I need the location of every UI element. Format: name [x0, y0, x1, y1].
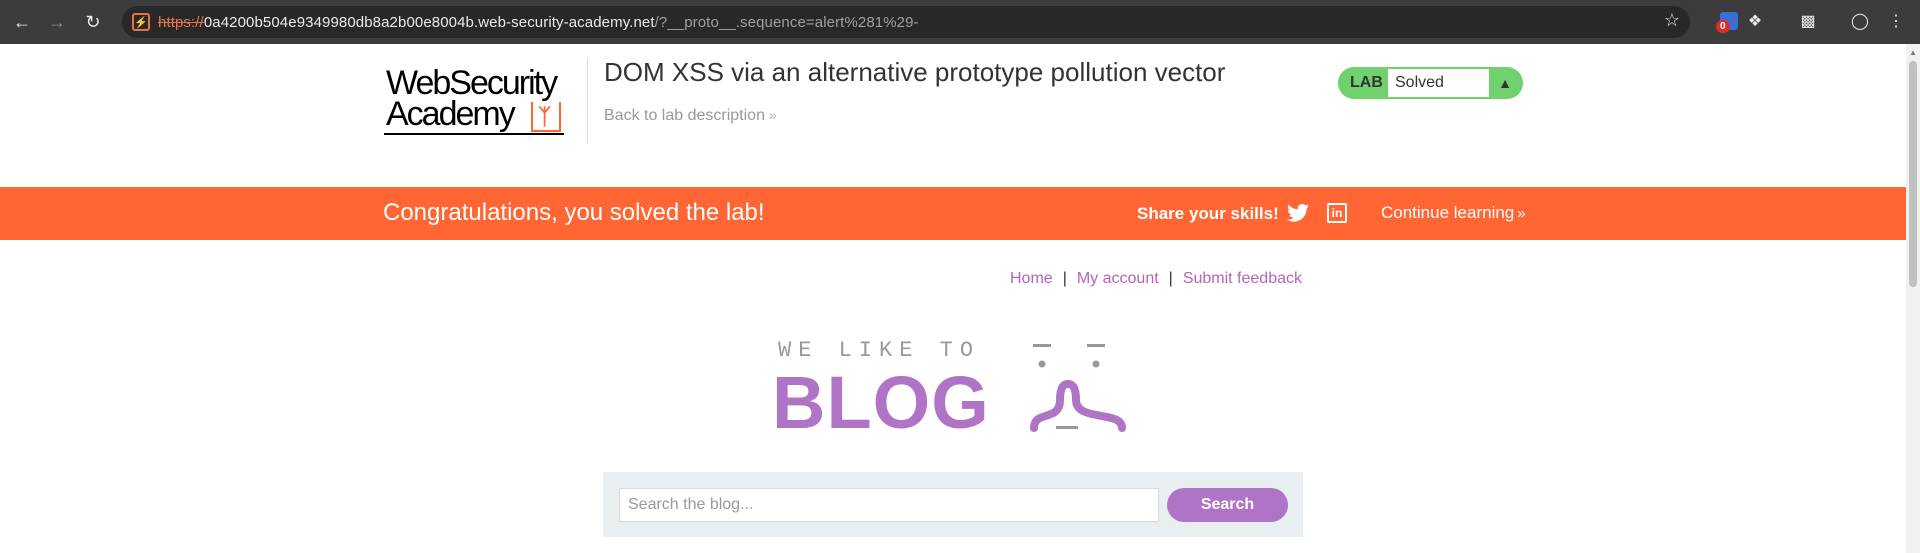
forward-arrow-icon[interactable]: →: [44, 9, 70, 35]
double-chevron-right-icon: »: [768, 107, 777, 123]
url-path: /?__proto__.sequence=alert%281%29-: [654, 14, 919, 31]
nav-submit-feedback-link[interactable]: Submit feedback: [1183, 270, 1302, 287]
extension-badge-count: 0: [1716, 20, 1730, 33]
flask-icon: ▲: [1498, 75, 1512, 91]
continue-learning-link[interactable]: Continue learning»: [1381, 203, 1526, 223]
search-button[interactable]: Search: [1167, 488, 1288, 522]
url-scheme: https://: [158, 14, 204, 31]
blog-logo-tagline: WE LIKE TO: [778, 338, 981, 363]
browser-toolbar: ← → ↻ ⚡ https://0a4200b504e9349980db8a2b…: [0, 0, 1920, 44]
solved-banner: Congratulations, you solved the lab! Sha…: [0, 187, 1906, 240]
search-input[interactable]: [619, 488, 1159, 522]
address-bar[interactable]: ⚡ https://0a4200b504e9349980db8a2b00e800…: [122, 6, 1690, 38]
logo-underline: [384, 133, 564, 135]
profile-avatar-icon[interactable]: ◯: [1849, 10, 1871, 32]
header-divider: [587, 58, 588, 144]
nav-separator: |: [1168, 270, 1173, 287]
menu-kebab-icon[interactable]: ⋮: [1885, 10, 1907, 32]
web-security-academy-logo[interactable]: WebSecurity Academy ᛉ: [384, 66, 584, 138]
site-favicon-icon: ⚡: [132, 13, 150, 31]
back-link-label: Back to lab description: [604, 107, 765, 124]
url-host: 0a4200b504e9349980db8a2b00e8004b.web-sec…: [203, 14, 655, 31]
url-text[interactable]: https://0a4200b504e9349980db8a2b00e8004b…: [158, 14, 919, 31]
continue-learning-label: Continue learning: [1381, 203, 1515, 222]
logo-text-line2: Academy: [386, 95, 516, 133]
congrats-message: Congratulations, you solved the lab!: [383, 199, 765, 226]
back-to-lab-description-link[interactable]: Back to lab description»: [604, 107, 777, 125]
lab-status-value: Solved: [1395, 74, 1444, 91]
puzzle-extensions-icon[interactable]: ❖: [1744, 10, 1766, 32]
bookmark-star-icon[interactable]: ☆: [1664, 10, 1680, 31]
nav-my-account-link[interactable]: My account: [1077, 270, 1159, 287]
page-scrollbar[interactable]: ▲: [1906, 44, 1920, 553]
double-chevron-right-icon: »: [1517, 205, 1526, 222]
reload-icon[interactable]: ↻: [80, 9, 106, 35]
logo-bolt-icon: ᛉ: [538, 104, 552, 129]
nav-separator: |: [1062, 270, 1067, 287]
back-arrow-icon[interactable]: ←: [9, 9, 35, 35]
twitter-icon[interactable]: [1287, 203, 1309, 223]
scroll-thumb[interactable]: [1909, 61, 1917, 287]
linkedin-icon[interactable]: in: [1327, 203, 1347, 223]
nav-home-link[interactable]: Home: [1010, 270, 1053, 287]
media-control-icon[interactable]: ▩: [1797, 10, 1819, 32]
lab-status-label: LAB: [1350, 74, 1383, 91]
search-panel: Search: [603, 472, 1303, 537]
share-skills-label: Share your skills!: [1137, 204, 1279, 223]
lab-title: DOM XSS via an alternative prototype pol…: [604, 57, 1226, 87]
blog-face-icon: [1030, 344, 1126, 432]
we-like-to-blog-logo: WE LIKE TO BLOG: [772, 338, 1135, 444]
blog-logo-word: BLOG: [772, 361, 990, 444]
lab-status-badge: LAB Solved ▲: [1338, 67, 1523, 99]
scroll-up-arrow-icon[interactable]: ▲: [1909, 48, 1917, 57]
top-navigation: Home | My account | Submit feedback: [1010, 270, 1302, 288]
